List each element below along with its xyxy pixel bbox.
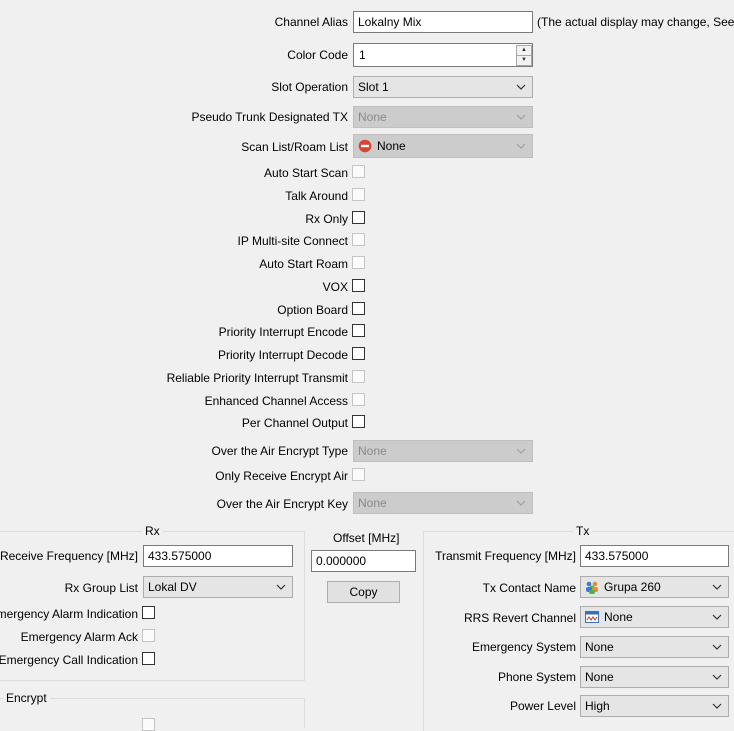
rx-group-list-label: Rx Group List bbox=[64, 581, 138, 595]
chevron-down-icon bbox=[712, 696, 722, 716]
ip-multisite-checkbox[interactable] bbox=[352, 233, 365, 246]
chevron-down-icon bbox=[276, 577, 286, 597]
talk-around-checkbox[interactable] bbox=[352, 188, 365, 201]
chevron-down-icon bbox=[516, 493, 526, 513]
priority-interrupt-encode-checkbox[interactable] bbox=[352, 324, 365, 337]
priority-interrupt-decode-checkbox[interactable] bbox=[352, 347, 365, 360]
power-level-select[interactable]: High bbox=[580, 695, 729, 717]
ota-encrypt-key-select[interactable]: None bbox=[353, 492, 533, 514]
auto-start-scan-checkbox[interactable] bbox=[352, 165, 365, 178]
auto-start-roam-checkbox[interactable] bbox=[352, 256, 365, 269]
offset-input[interactable]: 0.000000 bbox=[311, 550, 416, 572]
only-receive-encrypt-label: Only Receive Encrypt Air bbox=[215, 469, 348, 483]
emergency-system-select[interactable]: None bbox=[580, 636, 729, 658]
rx-only-checkbox[interactable] bbox=[352, 211, 365, 224]
emergency-call-indication-checkbox[interactable] bbox=[142, 652, 155, 665]
priority-interrupt-encode-label: Priority Interrupt Encode bbox=[218, 325, 348, 339]
chevron-down-icon bbox=[712, 667, 722, 687]
transmit-frequency-input[interactable]: 433.575000 bbox=[580, 545, 729, 567]
emergency-alarm-ack-label: Emergency Alarm Ack bbox=[20, 630, 138, 644]
rrs-revert-channel-value: None bbox=[604, 610, 633, 624]
power-level-label: Power Level bbox=[509, 699, 576, 713]
copy-button[interactable]: Copy bbox=[327, 581, 400, 603]
channel-alias-input[interactable]: Lokalny Mix bbox=[353, 11, 533, 33]
scan-list-select[interactable]: None bbox=[353, 134, 533, 158]
spin-down-icon[interactable]: ▼ bbox=[516, 55, 532, 66]
encrypt-checkbox[interactable] bbox=[142, 718, 155, 731]
option-board-label: Option Board bbox=[277, 303, 348, 317]
scan-list-value: None bbox=[377, 139, 406, 153]
slot-operation-label: Slot Operation bbox=[271, 80, 348, 94]
emergency-alarm-indication-checkbox[interactable] bbox=[142, 606, 155, 619]
receive-frequency-label: Receive Frequency [MHz] bbox=[0, 549, 138, 563]
tx-contact-name-value: Grupa 260 bbox=[604, 580, 661, 594]
pseudo-trunk-label: Pseudo Trunk Designated TX bbox=[191, 110, 348, 124]
rrs-revert-channel-label: RRS Revert Channel bbox=[463, 611, 576, 625]
per-channel-output-checkbox[interactable] bbox=[352, 415, 365, 428]
emergency-alarm-indication-label: Emergency Alarm Indication bbox=[0, 607, 138, 621]
scan-list-label: Scan List/Roam List bbox=[241, 140, 348, 154]
talk-around-label: Talk Around bbox=[285, 189, 348, 203]
ota-encrypt-type-value: None bbox=[358, 444, 387, 458]
tx-contact-name-label: Tx Contact Name bbox=[482, 581, 576, 595]
none-icon bbox=[358, 138, 372, 153]
channel-icon bbox=[585, 610, 599, 624]
ip-multisite-label: IP Multi-site Connect bbox=[237, 234, 349, 248]
channel-alias-label: Channel Alias bbox=[274, 15, 348, 29]
vox-checkbox[interactable] bbox=[352, 279, 365, 292]
auto-start-scan-label: Auto Start Scan bbox=[263, 166, 348, 180]
option-board-checkbox[interactable] bbox=[352, 302, 365, 315]
emergency-alarm-ack-checkbox[interactable] bbox=[142, 629, 155, 642]
reliable-priority-interrupt-checkbox[interactable] bbox=[352, 370, 365, 383]
channel-alias-note: (The actual display may change, See the bbox=[537, 15, 734, 29]
color-code-value: 1 bbox=[359, 48, 366, 62]
auto-start-roam-label: Auto Start Roam bbox=[259, 257, 348, 271]
tx-contact-name-select[interactable]: Grupa 260 bbox=[580, 576, 729, 598]
emergency-call-indication-label: Emergency Call Indication bbox=[0, 653, 138, 667]
phone-system-select[interactable]: None bbox=[580, 666, 729, 688]
chevron-down-icon bbox=[516, 441, 526, 461]
chevron-down-icon bbox=[712, 637, 722, 657]
chevron-down-icon bbox=[516, 107, 526, 127]
rx-group-list-select[interactable]: Lokal DV bbox=[143, 576, 293, 598]
tx-group-title: Tx bbox=[573, 524, 593, 538]
phone-system-value: None bbox=[585, 670, 614, 684]
ota-encrypt-type-select[interactable]: None bbox=[353, 440, 533, 462]
pseudo-trunk-value: None bbox=[358, 110, 387, 124]
chevron-down-icon bbox=[712, 577, 722, 597]
emergency-system-value: None bbox=[585, 640, 614, 654]
pseudo-trunk-select[interactable]: None bbox=[353, 106, 533, 128]
ota-encrypt-key-label: Over the Air Encrypt Key bbox=[216, 497, 348, 511]
rx-only-label: Rx Only bbox=[305, 212, 348, 226]
group-contact-icon bbox=[585, 580, 599, 594]
rrs-revert-channel-select[interactable]: None bbox=[580, 606, 729, 628]
chevron-down-icon bbox=[516, 77, 526, 97]
slot-operation-select[interactable]: Slot 1 bbox=[353, 76, 533, 98]
power-level-value: High bbox=[585, 699, 610, 713]
transmit-frequency-label: Transmit Frequency [MHz] bbox=[435, 549, 576, 563]
encrypt-group-title: Encrypt bbox=[3, 691, 50, 705]
chevron-down-icon bbox=[516, 135, 526, 155]
slot-operation-value: Slot 1 bbox=[358, 80, 389, 94]
reliable-priority-interrupt-label: Reliable Priority Interrupt Transmit bbox=[166, 371, 348, 385]
chevron-down-icon bbox=[712, 607, 722, 627]
offset-label: Offset [MHz] bbox=[333, 531, 400, 545]
ota-encrypt-key-value: None bbox=[358, 496, 387, 510]
only-receive-encrypt-checkbox[interactable] bbox=[352, 468, 365, 481]
vox-label: VOX bbox=[322, 280, 348, 294]
per-channel-output-label: Per Channel Output bbox=[241, 416, 348, 430]
color-code-label: Color Code bbox=[287, 48, 348, 62]
color-code-spinner[interactable]: 1 ▲ ▼ bbox=[353, 43, 533, 67]
phone-system-label: Phone System bbox=[497, 670, 576, 684]
ota-encrypt-type-label: Over the Air Encrypt Type bbox=[211, 444, 348, 458]
receive-frequency-input[interactable]: 433.575000 bbox=[143, 545, 293, 567]
rx-group-title: Rx bbox=[142, 524, 163, 538]
rx-group-list-value: Lokal DV bbox=[148, 580, 197, 594]
emergency-system-label: Emergency System bbox=[471, 640, 576, 654]
priority-interrupt-decode-label: Priority Interrupt Decode bbox=[217, 348, 348, 362]
enhanced-channel-access-checkbox[interactable] bbox=[352, 393, 365, 406]
enhanced-channel-access-label: Enhanced Channel Access bbox=[204, 394, 348, 408]
